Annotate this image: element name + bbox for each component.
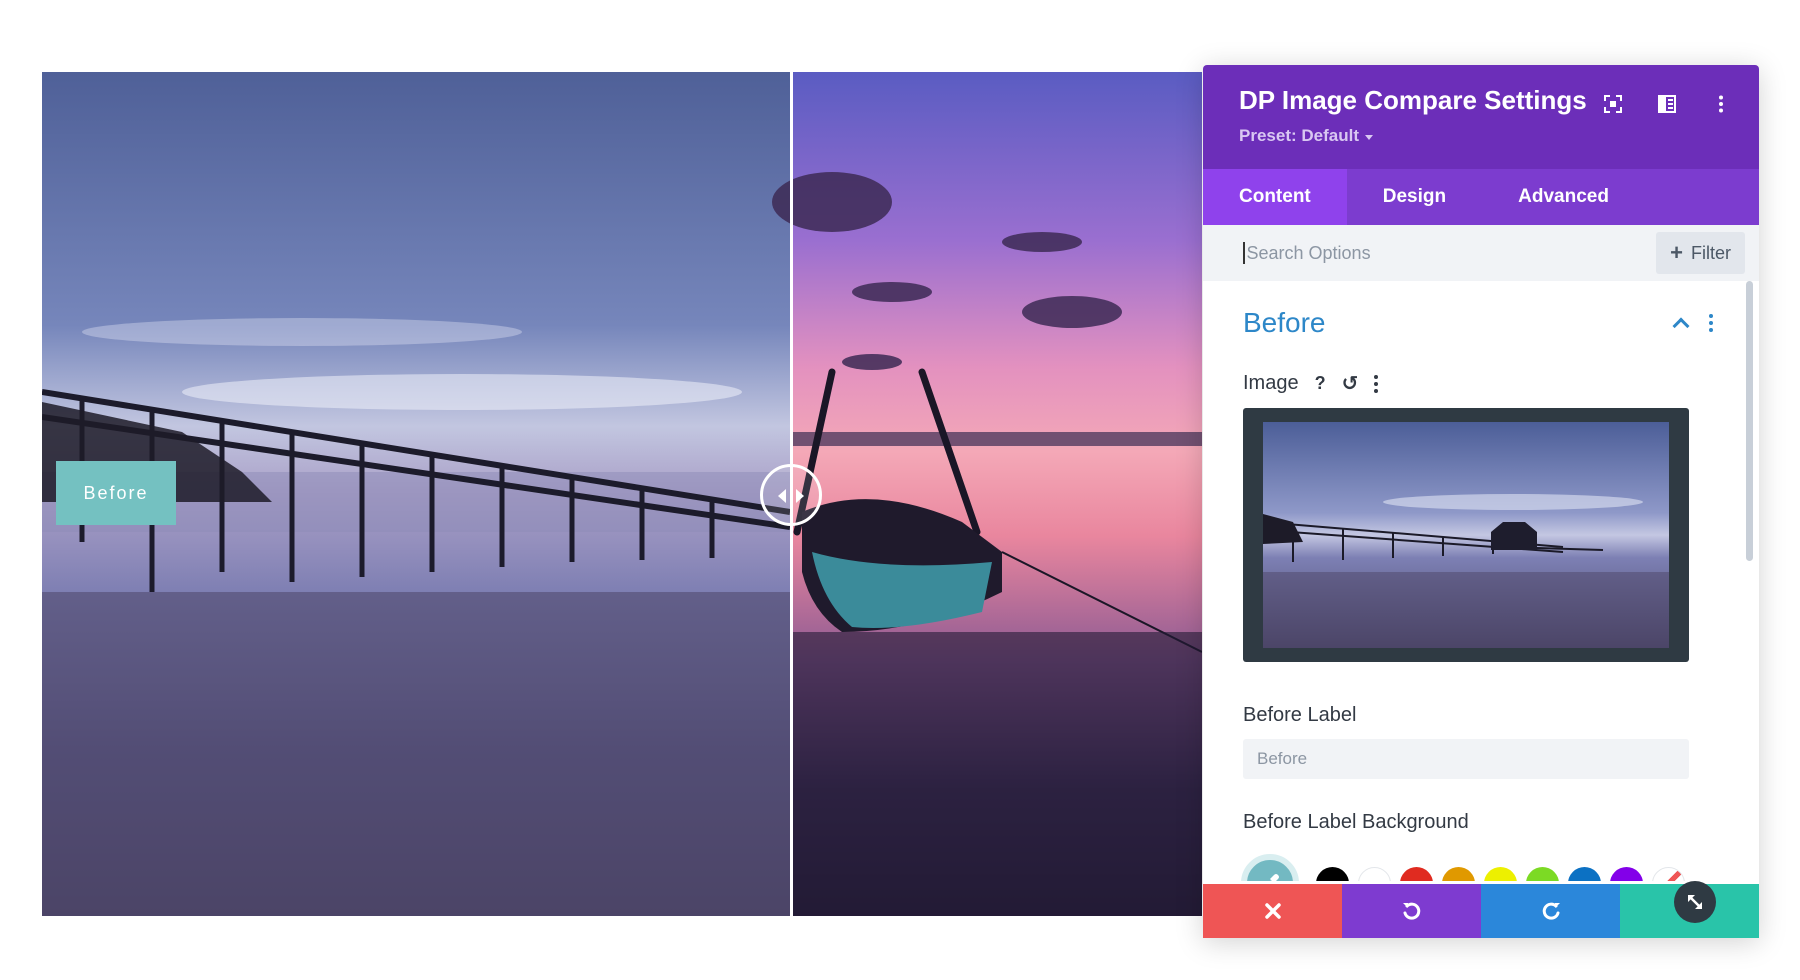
swatch-purple[interactable] [1610,866,1643,881]
scrollbar-thumb[interactable] [1746,281,1753,561]
swatch-red[interactable] [1400,866,1433,881]
arrow-left-icon [778,489,786,503]
filter-label: Filter [1691,242,1731,263]
tab-advanced[interactable]: Advanced [1482,169,1645,225]
swatch-blue[interactable] [1568,866,1601,881]
reset-icon[interactable]: ↺ [1342,371,1359,396]
tab-design[interactable]: Design [1347,169,1482,225]
before-label-background-title: Before Label Background [1243,811,1469,833]
more-vertical-icon[interactable] [1709,92,1733,116]
fullscreen-icon[interactable] [1601,92,1625,116]
help-icon[interactable]: ? [1315,373,1326,394]
arrow-right-icon [796,489,804,503]
redo-icon [1542,902,1560,920]
sidebar-layout-icon[interactable] [1655,92,1679,116]
text-cursor [1243,242,1245,264]
field-more-icon[interactable] [1374,374,1379,393]
panel-header: DP Image Compare Settings Preset: Defaul… [1203,65,1759,169]
settings-tabs: Content Design Advanced [1203,169,1759,225]
swatch-transparent[interactable] [1652,866,1685,881]
tab-content[interactable]: Content [1203,169,1347,225]
undo-icon [1402,902,1420,920]
preset-dropdown[interactable]: Preset: Default [1239,126,1723,146]
swatch-green[interactable] [1526,866,1559,881]
settings-body[interactable]: Before Image ? ↺ Before Label Before Bef… [1203,281,1759,881]
resize-panel-button[interactable] [1674,881,1716,923]
plus-icon: + [1670,240,1683,265]
image-label: Image [1243,372,1299,394]
color-swatches [1241,854,1719,881]
section-header-before[interactable]: Before [1243,307,1719,339]
swatch-yellow[interactable] [1484,866,1517,881]
caret-down-icon [1364,134,1373,140]
search-bar: + Filter [1203,225,1759,281]
color-picker-button[interactable] [1241,854,1299,881]
before-overlay-label: Before [56,461,176,525]
resize-icon [1688,895,1702,909]
redo-button[interactable] [1481,884,1620,938]
image-upload-preview[interactable] [1243,408,1689,662]
eyedropper-icon [1270,874,1279,881]
close-icon [1264,903,1281,919]
before-label-field-title: Before Label [1243,704,1357,726]
undo-button[interactable] [1342,884,1481,938]
swatch-white[interactable] [1358,866,1391,881]
cancel-button[interactable] [1203,884,1342,938]
image-thumbnail [1263,422,1669,648]
preset-label: Preset: Default [1239,126,1359,145]
section-title: Before [1243,307,1326,338]
image-compare-module[interactable]: Before [42,72,1202,916]
before-label-input[interactable]: Before [1243,739,1689,779]
swatch-black[interactable] [1316,866,1349,881]
settings-panel: DP Image Compare Settings Preset: Defaul… [1203,65,1759,938]
compare-slider-handle[interactable] [760,464,822,526]
section-more-icon[interactable] [1709,314,1713,332]
swatch-orange[interactable] [1442,866,1475,881]
search-input[interactable] [1246,242,1657,264]
compare-scene [42,72,1202,916]
filter-button[interactable]: + Filter [1656,232,1745,274]
image-field-label: Image ? ↺ [1243,371,1719,396]
chevron-up-icon[interactable] [1672,317,1690,335]
